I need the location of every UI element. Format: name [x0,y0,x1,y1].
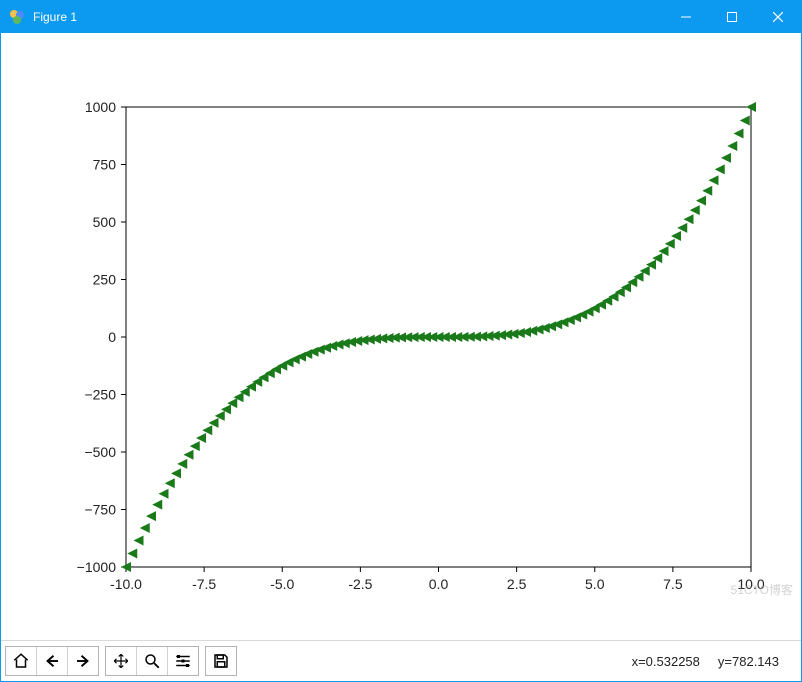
cursor-x: x=0.532258 [632,654,700,669]
nav-group [5,646,99,676]
data-marker [165,478,175,488]
maximize-button[interactable] [709,1,755,33]
cursor-y: y=782.143 [718,654,779,669]
view-group [105,646,199,676]
chart[interactable]: -10.0-7.5-5.0-2.50.02.55.07.510.0−1000−7… [11,47,791,627]
data-marker [171,468,181,478]
cursor-x-label: x= [632,654,646,669]
data-marker [184,449,194,459]
plot-wrap: -10.0-7.5-5.0-2.50.02.55.07.510.0−1000−7… [1,33,801,640]
data-marker [146,511,156,521]
data-marker [190,441,200,451]
data-marker [127,548,137,558]
save-button[interactable] [206,647,236,675]
data-marker [709,175,719,185]
titlebar[interactable]: Figure 1 [1,1,801,33]
forward-button[interactable] [67,647,98,675]
close-button[interactable] [755,1,801,33]
data-marker [727,140,737,150]
zoom-button[interactable] [136,647,167,675]
toolbar: x=0.532258 y=782.143 [1,640,801,681]
data-marker [140,523,150,533]
app-icon [9,9,25,25]
series-0 [121,102,756,572]
window: Figure 1 -10.0 -7.5 -5.0 -2.5 0.0 2.5 5.0 7.5 10… [0,0,802,682]
window-title: Figure 1 [33,10,77,24]
x-tick-label: 2.5 [507,576,527,592]
data-marker [721,152,731,162]
file-group [205,646,237,676]
data-marker [690,205,700,215]
x-tick-label: -2.5 [348,576,372,592]
y-tick-label: −1000 [77,559,117,575]
data-marker [684,214,694,224]
y-tick-label: 1000 [85,99,116,115]
watermark: 51CTO博客 [731,581,793,598]
back-button[interactable] [36,647,67,675]
data-marker [196,432,206,442]
data-marker [202,425,212,435]
data-marker [671,231,681,241]
y-tick-label: −500 [84,444,116,460]
data-marker [734,128,744,138]
subplots-button[interactable] [167,647,198,675]
pan-button[interactable] [106,647,136,675]
data-marker [696,195,706,205]
y-tick-label: −750 [84,501,116,517]
x-tick-label: 0.0 [429,576,449,592]
data-marker [152,499,162,509]
x-tick-label: 7.5 [663,576,683,592]
data-marker [702,185,712,195]
x-tick-label: -10.0 [110,576,142,592]
y-tick-label: 0 [108,329,116,345]
data-marker [715,164,725,174]
cursor-x-value: 0.532258 [646,654,700,669]
y-tick-label: 250 [93,271,117,287]
cursor-y-value: 782.143 [732,654,779,669]
cursor-y-label: y= [718,654,732,669]
data-marker [134,535,144,545]
data-marker [159,488,169,498]
home-button[interactable] [6,647,36,675]
x-tick-label: -5.0 [270,576,294,592]
data-marker [740,115,750,125]
minimize-button[interactable] [663,1,709,33]
x-tick-label: 5.0 [585,576,605,592]
data-marker [177,458,187,468]
client-area: -10.0-7.5-5.0-2.50.02.55.07.510.0−1000−7… [1,33,801,640]
x-tick-label: -7.5 [192,576,216,592]
y-tick-label: 750 [93,156,117,172]
y-tick-label: 500 [93,214,117,230]
data-marker [677,222,687,232]
y-tick-label: −250 [84,386,116,402]
